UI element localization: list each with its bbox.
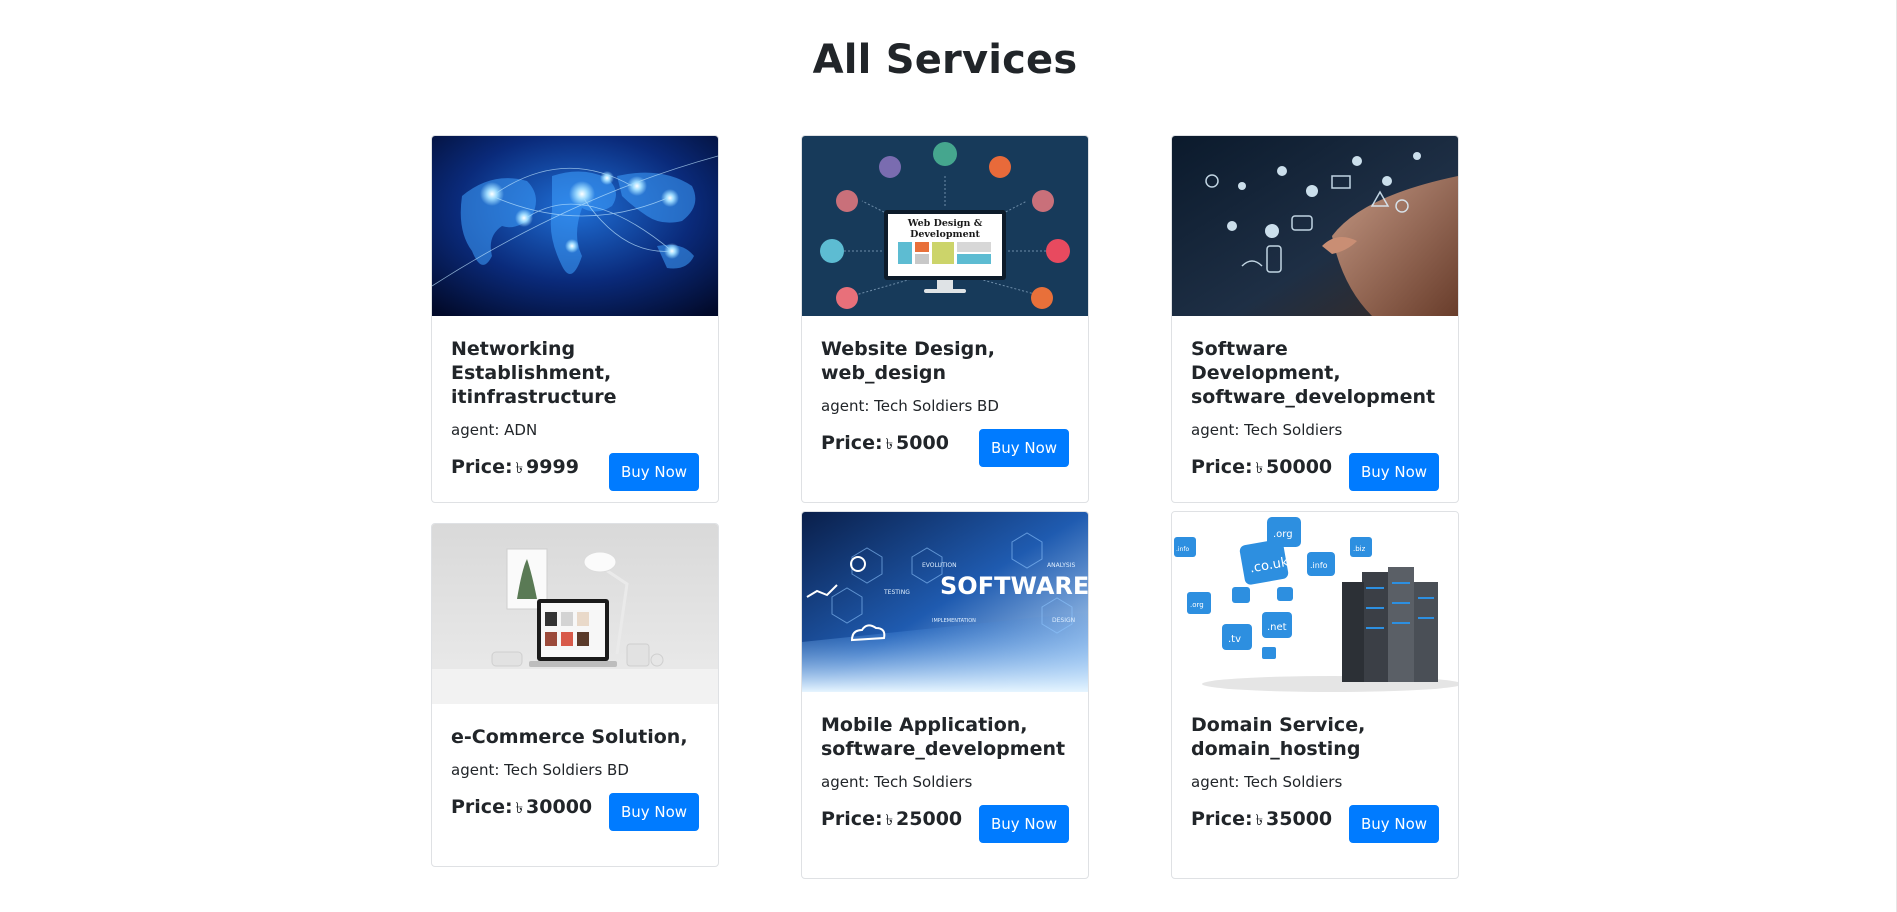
- hand-touch-icons-image: [1172, 136, 1458, 316]
- service-agent: agent: Tech Soldiers: [1191, 773, 1343, 791]
- domain-hosting-servers-image: .co.uk .org .info .net .tv .biz .org .in…: [1172, 512, 1458, 692]
- service-title: Website Design, web_design: [821, 338, 995, 384]
- buy-now-button[interactable]: Buy Now: [609, 453, 699, 491]
- buy-now-button[interactable]: Buy Now: [1349, 805, 1439, 843]
- price-label: Price:: [1191, 808, 1253, 830]
- buy-now-button[interactable]: Buy Now: [609, 793, 699, 831]
- laptop-desk-image: [432, 524, 718, 704]
- world-network-image: [432, 136, 718, 316]
- service-agent: agent: Tech Soldiers BD: [451, 761, 629, 779]
- currency-symbol: ৳: [515, 459, 524, 477]
- service-price: Price: ৳ 5000: [821, 431, 949, 456]
- domain-label: .info: [1176, 546, 1189, 553]
- page-title: All Services: [812, 37, 1078, 83]
- buy-now-button[interactable]: Buy Now: [1349, 453, 1439, 491]
- service-title: Mobile Application, software_development: [821, 714, 1066, 760]
- currency-symbol: ৳: [1255, 811, 1264, 829]
- image-caption-line1: Web Design &: [907, 218, 983, 229]
- buy-now-button[interactable]: Buy Now: [979, 429, 1069, 467]
- price-label: Price:: [821, 432, 883, 454]
- domain-label: .tv: [1228, 634, 1241, 645]
- service-price: Price: ৳ 50000: [1191, 455, 1332, 480]
- price-value: 9999: [526, 456, 579, 478]
- service-price: Price: ৳ 35000: [1191, 807, 1332, 832]
- price-value: 5000: [896, 432, 949, 454]
- service-card: .co.uk .org .info .net .tv .biz .org .in…: [1171, 511, 1459, 879]
- domain-label: .org: [1273, 529, 1293, 540]
- domain-label: .net: [1267, 622, 1287, 633]
- currency-symbol: ৳: [1255, 459, 1264, 477]
- domain-label: .info: [1310, 561, 1328, 570]
- domain-label: .org: [1190, 601, 1204, 609]
- software-caption: SOFTWARE: [940, 572, 1088, 600]
- currency-symbol: ৳: [515, 799, 524, 817]
- image-small-text: TESTING: [883, 589, 910, 596]
- service-card: Software Development, software_developme…: [1171, 135, 1459, 503]
- price-value: 50000: [1266, 456, 1333, 478]
- service-title: Domain Service, domain_hosting: [1191, 714, 1366, 760]
- image-small-text: ANALYSIS: [1047, 562, 1075, 569]
- currency-symbol: ৳: [885, 811, 894, 829]
- service-agent: agent: Tech Soldiers: [1191, 421, 1343, 439]
- image-caption-line2: Development: [910, 229, 980, 240]
- service-price: Price: ৳ 25000: [821, 807, 962, 832]
- currency-symbol: ৳: [885, 435, 894, 453]
- price-value: 25000: [896, 808, 963, 830]
- service-card: Networking Establishment, itinfrastructu…: [431, 135, 719, 503]
- services-page: All Services Networking Establishment, i…: [0, 0, 1897, 912]
- service-card: e-Commerce Solution, agent: Tech Soldier…: [431, 523, 719, 867]
- price-label: Price:: [1191, 456, 1253, 478]
- service-card: SOFTWARE EVOLUTION ANALYSIS TESTING IMPL…: [801, 511, 1089, 879]
- price-label: Price:: [451, 796, 513, 818]
- service-agent: agent: Tech Soldiers BD: [821, 397, 999, 415]
- price-value: 30000: [526, 796, 593, 818]
- image-small-text: DESIGN: [1052, 617, 1075, 624]
- service-title: Software Development, software_developme…: [1191, 338, 1436, 408]
- service-agent: agent: Tech Soldiers: [821, 773, 973, 791]
- service-card: Web Design & Development Website Design,…: [801, 135, 1089, 503]
- domain-label: .biz: [1353, 545, 1366, 553]
- service-agent: agent: ADN: [451, 421, 538, 439]
- price-label: Price:: [451, 456, 513, 478]
- software-banner-image: SOFTWARE EVOLUTION ANALYSIS TESTING IMPL…: [802, 512, 1088, 692]
- web-design-development-image: Web Design & Development: [802, 136, 1088, 316]
- buy-now-button[interactable]: Buy Now: [979, 805, 1069, 843]
- price-label: Price:: [821, 808, 883, 830]
- price-value: 35000: [1266, 808, 1333, 830]
- image-small-text: EVOLUTION: [922, 562, 957, 569]
- service-price: Price: ৳ 30000: [451, 795, 592, 820]
- image-small-text: IMPLEMENTATION: [932, 618, 976, 624]
- service-price: Price: ৳ 9999: [451, 455, 579, 480]
- service-title: e-Commerce Solution,: [451, 726, 688, 748]
- service-title: Networking Establishment, itinfrastructu…: [451, 338, 617, 408]
